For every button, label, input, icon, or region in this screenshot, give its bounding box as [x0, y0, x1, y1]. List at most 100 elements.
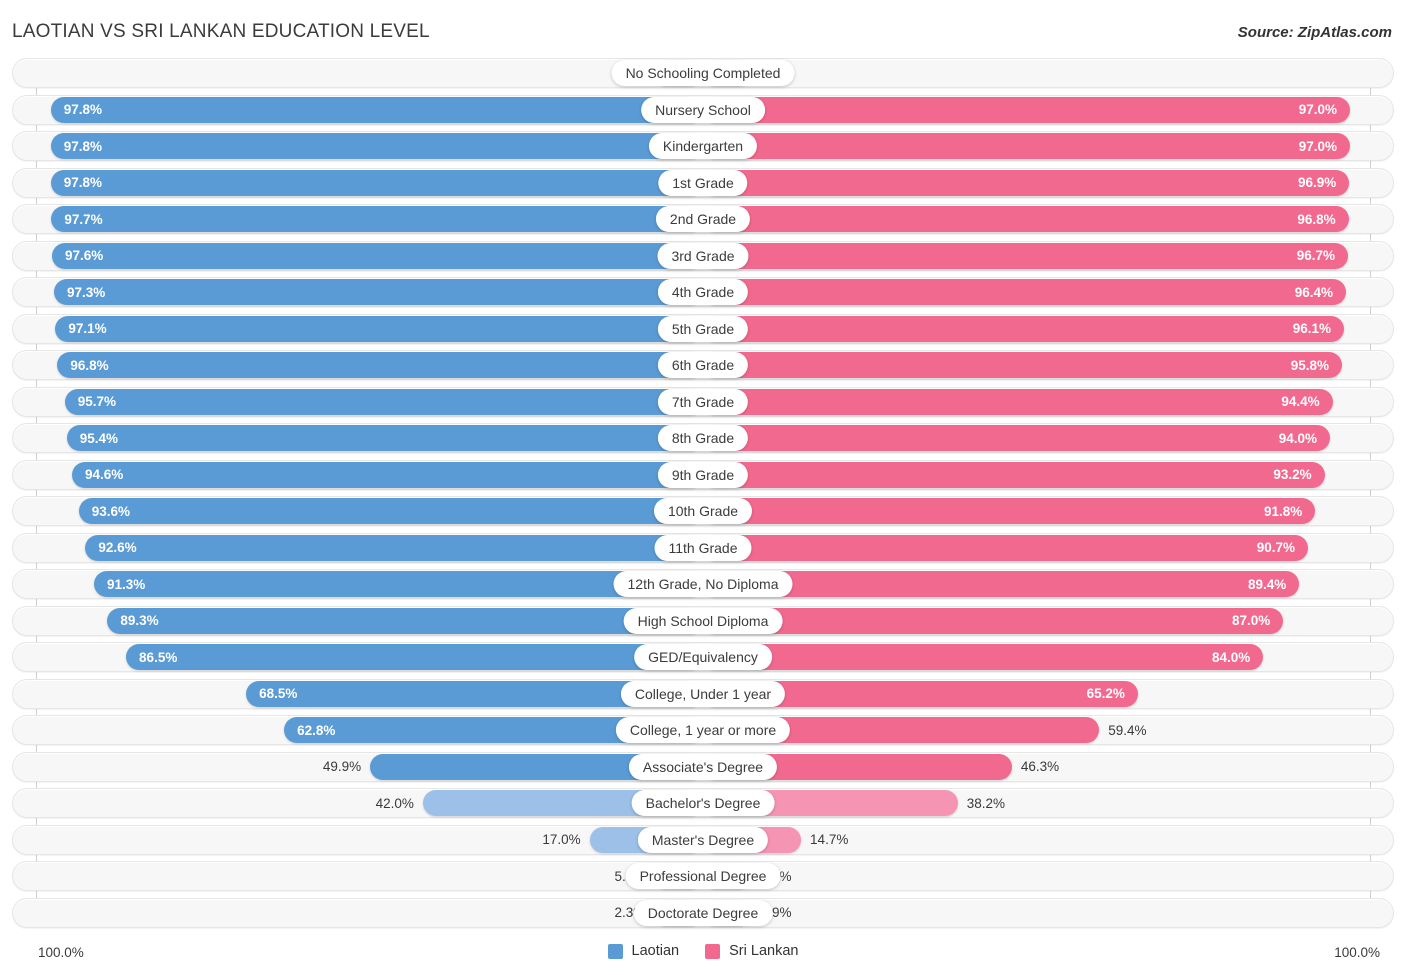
bar-value-label: 96.4%	[1294, 284, 1333, 300]
bar-blue[interactable]: 95.4%	[66, 425, 703, 451]
bar-pink[interactable]: 96.8%	[703, 206, 1349, 232]
half-left: 93.6%	[36, 498, 703, 524]
half-right: 96.9%	[703, 169, 1370, 196]
bar-blue[interactable]: 91.3%	[94, 571, 703, 597]
category-label[interactable]: 6th Grade	[657, 352, 749, 378]
category-label[interactable]: 11th Grade	[654, 534, 752, 561]
bar-row: 91.3% 89.4% 12th Grade, No Diploma	[0, 569, 1406, 599]
category-label[interactable]: College, 1 year or more	[615, 717, 791, 743]
bar-blue[interactable]: 94.6%	[72, 461, 703, 488]
category-label[interactable]: No Schooling Completed	[611, 60, 795, 86]
bar-row: 97.8% 96.9% 1st Grade	[0, 167, 1406, 198]
bar-row: 95.4% 94.0% 8th Grade	[0, 423, 1406, 453]
bar-blue[interactable]: 97.8%	[50, 169, 703, 196]
category-label[interactable]: Bachelor's Degree	[631, 790, 775, 816]
category-label[interactable]: Professional Degree	[625, 863, 781, 889]
bar-blue[interactable]: 97.1%	[55, 315, 703, 342]
bar-blue[interactable]: 97.7%	[51, 206, 703, 232]
legend-swatch-icon	[705, 943, 721, 959]
half-left: 95.4%	[36, 425, 703, 451]
category-label[interactable]: 5th Grade	[657, 315, 749, 342]
bar-pink[interactable]: 96.1%	[703, 315, 1344, 342]
bar-row: 97.1% 96.1% 5th Grade	[0, 313, 1406, 344]
half-right: 94.4%	[703, 388, 1370, 415]
half-right: 93.2%	[703, 461, 1370, 488]
bar-value-label: 86.5%	[139, 649, 178, 665]
bar-value-label: 96.8%	[70, 357, 109, 373]
category-label[interactable]: Doctorate Degree	[633, 899, 773, 926]
category-label[interactable]: 9th Grade	[657, 461, 749, 488]
category-label[interactable]: 8th Grade	[657, 425, 749, 451]
half-right: 94.0%	[703, 425, 1370, 451]
bar-value-label: 62.8%	[297, 722, 336, 738]
category-label[interactable]: Kindergarten	[648, 133, 758, 159]
bar-value-label: 93.6%	[91, 503, 130, 519]
bar-blue[interactable]: 97.8%	[50, 133, 703, 159]
bar-blue[interactable]: 95.7%	[64, 388, 703, 415]
bar-row: 86.5% 84.0% GED/Equivalency	[0, 642, 1406, 672]
bar-value-label: 96.8%	[1297, 211, 1336, 227]
half-left: 97.8%	[36, 96, 703, 123]
bar-pink[interactable]: 95.8%	[703, 352, 1342, 378]
half-right: 59.4%	[703, 717, 1370, 743]
half-left: 97.1%	[36, 315, 703, 342]
bar-blue[interactable]: 86.5%	[126, 644, 703, 670]
bar-blue[interactable]: 89.3%	[107, 607, 703, 634]
category-label[interactable]: 12th Grade, No Diploma	[613, 571, 793, 597]
bar-value-label: 46.3%	[1020, 759, 1060, 774]
half-left: 49.9%	[36, 753, 703, 780]
bar-pink[interactable]: 93.2%	[703, 461, 1325, 488]
bar-row: 68.5% 65.2% College, Under 1 year	[0, 678, 1406, 709]
bar-pink[interactable]: 96.7%	[703, 242, 1348, 269]
bar-pink[interactable]: 90.7%	[703, 534, 1308, 561]
bar-blue[interactable]: 97.8%	[50, 96, 703, 123]
bar-value-label: 96.1%	[1292, 321, 1331, 336]
bar-pink[interactable]: 97.0%	[703, 96, 1350, 123]
legend-item-sri-lankan[interactable]: Sri Lankan	[705, 943, 798, 959]
category-label[interactable]: High School Diploma	[623, 607, 783, 634]
category-label[interactable]: 2nd Grade	[655, 206, 751, 232]
bar-pink[interactable]: 94.0%	[703, 425, 1330, 451]
bar-value-label: 93.2%	[1273, 467, 1312, 482]
bar-row: 2.2%3.0%No Schooling Completed	[0, 58, 1406, 88]
bar-pink[interactable]: 91.8%	[703, 498, 1316, 524]
bar-value-label: 95.7%	[77, 394, 116, 409]
bar-pink[interactable]: 97.0%	[703, 133, 1350, 159]
bar-value-label: 90.7%	[1256, 540, 1295, 555]
bar-row: 96.8% 95.8% 6th Grade	[0, 350, 1406, 380]
bar-pink[interactable]: 84.0%	[703, 644, 1264, 670]
bar-pink[interactable]: 96.9%	[703, 169, 1350, 196]
legend-item-laotian[interactable]: Laotian	[607, 943, 679, 959]
chart-page: LAOTIAN VS SRI LANKAN EDUCATION LEVEL So…	[0, 0, 1406, 975]
bar-value-label: 97.6%	[65, 248, 104, 263]
category-label[interactable]: 10th Grade	[653, 498, 753, 524]
half-right: 84.0%	[703, 644, 1370, 670]
chart-legend: Laotian Sri Lankan	[0, 943, 1406, 959]
category-label[interactable]: 1st Grade	[658, 169, 748, 196]
bar-blue[interactable]: 93.6%	[78, 498, 703, 524]
category-label[interactable]: GED/Equivalency	[634, 644, 772, 670]
bar-blue[interactable]: 96.8%	[57, 352, 703, 378]
category-label[interactable]: Associate's Degree	[628, 753, 778, 780]
bar-blue[interactable]: 97.3%	[54, 279, 703, 305]
bar-value-label: 89.3%	[120, 613, 159, 628]
category-label[interactable]: 7th Grade	[657, 388, 749, 415]
category-label[interactable]: Nursery School	[641, 96, 765, 123]
chart-footer: 100.0% 100.0% Laotian Sri Lankan	[0, 939, 1406, 969]
bar-blue[interactable]: 97.6%	[52, 242, 703, 269]
bar-pink[interactable]: 87.0%	[703, 607, 1284, 634]
bar-value-label: 84.0%	[1211, 649, 1251, 665]
bar-row: 42.0% 38.2% Bachelor's Degree	[0, 788, 1406, 818]
category-label[interactable]: Master's Degree	[637, 826, 769, 853]
half-left: 97.8%	[36, 133, 703, 159]
legend-label: Sri Lankan	[729, 943, 799, 959]
category-label[interactable]: College, Under 1 year	[620, 680, 786, 707]
bar-row: 49.9% 46.3% Associate's Degree	[0, 751, 1406, 782]
bar-value-label: 91.3%	[107, 576, 146, 592]
bar-blue[interactable]: 92.6%	[85, 534, 703, 561]
bar-row: 97.7% 96.8% 2nd Grade	[0, 204, 1406, 234]
bar-pink[interactable]: 94.4%	[703, 388, 1333, 415]
bar-pink[interactable]: 96.4%	[703, 279, 1346, 305]
category-label[interactable]: 3rd Grade	[657, 242, 749, 269]
category-label[interactable]: 4th Grade	[657, 279, 749, 305]
